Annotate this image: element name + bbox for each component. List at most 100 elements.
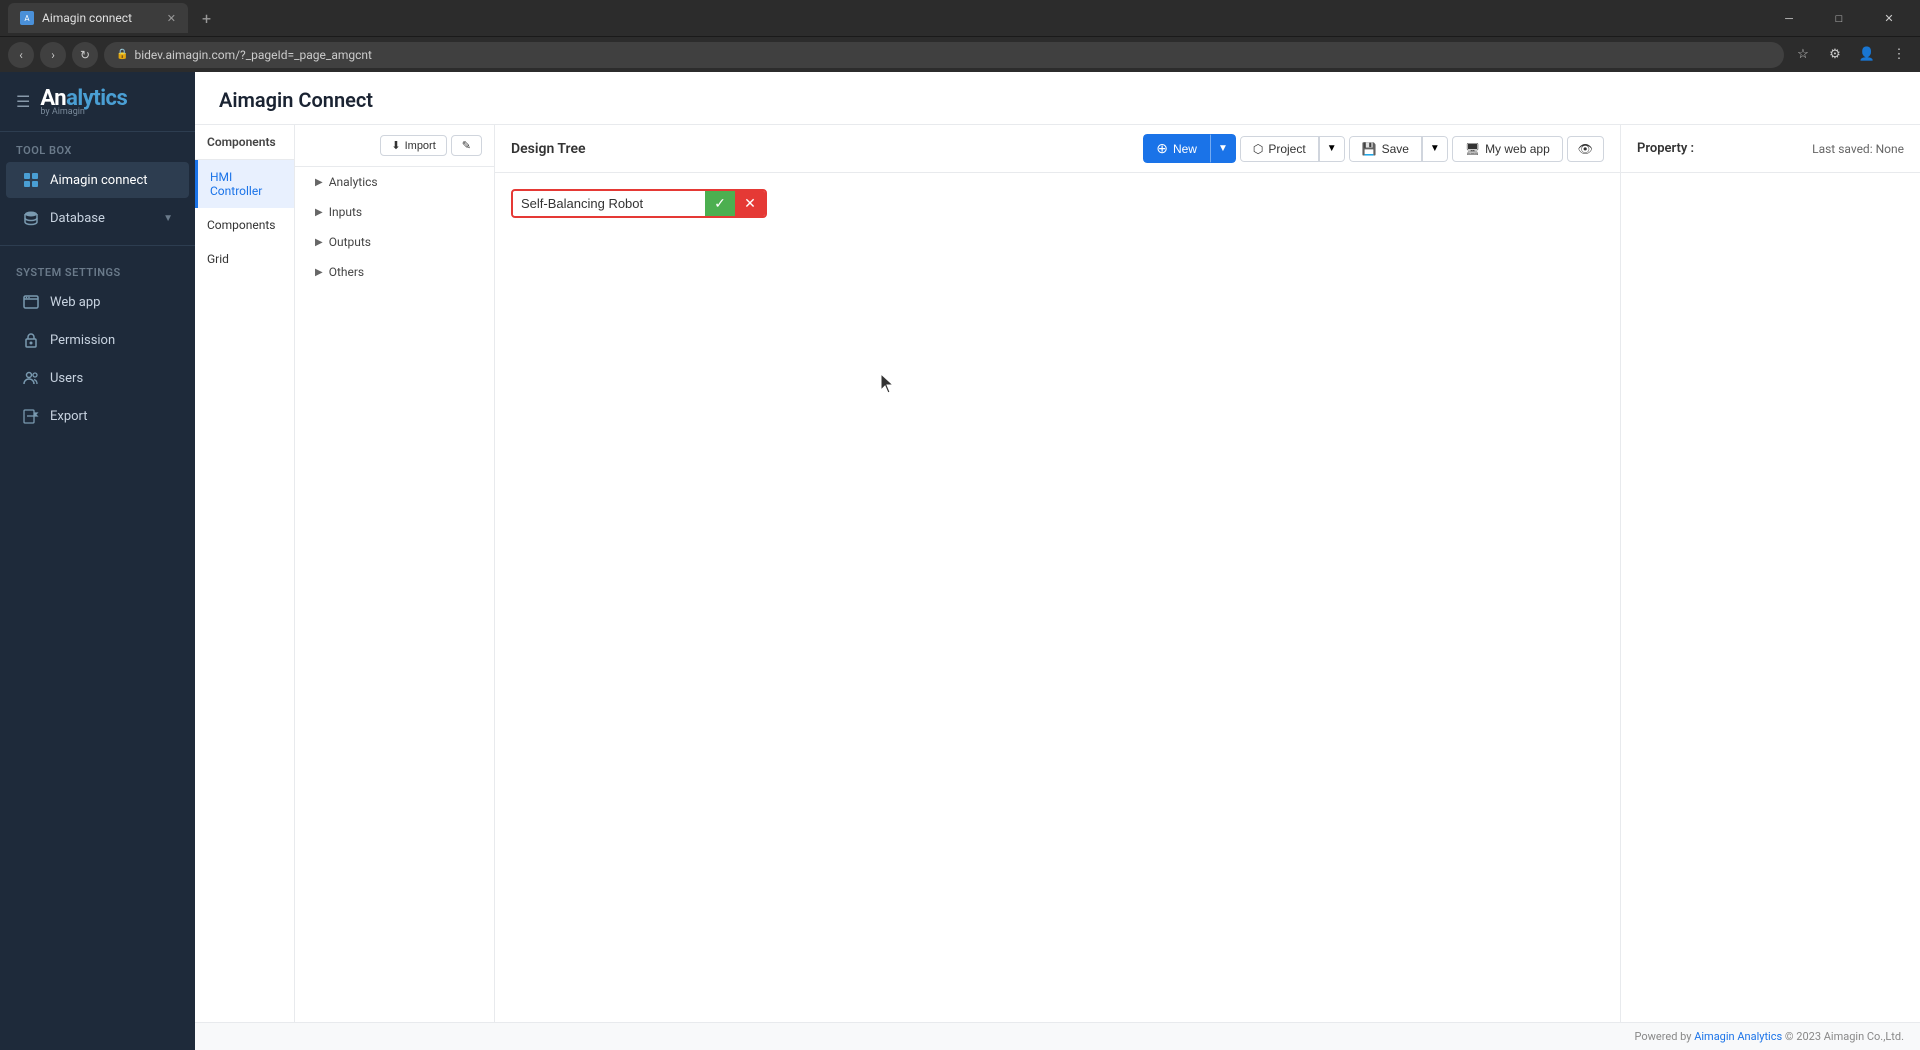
design-canvas: ✓ ✕: [495, 173, 1620, 1022]
sidebar-item-export[interactable]: Export: [6, 398, 189, 434]
new-tab-btn[interactable]: +: [196, 9, 217, 28]
toolbox-section-label: Tool box: [0, 132, 195, 161]
components-panel-header: Components: [195, 125, 294, 160]
browser-tab[interactable]: A Aimagin connect ✕: [8, 3, 188, 33]
minimize-btn[interactable]: ─: [1766, 0, 1812, 36]
web-app-btn-icon: 🖥: [1465, 142, 1480, 156]
tree-panel-header: ⬇ Import ✎: [295, 125, 494, 167]
system-settings-label: System settings: [0, 254, 195, 283]
last-saved-text: Last saved: None: [1812, 142, 1904, 156]
panel-item-grid[interactable]: Grid: [195, 242, 294, 276]
property-panel: Property : Last saved: None: [1620, 125, 1920, 1022]
save-icon: 💾: [1362, 142, 1377, 156]
name-cancel-btn[interactable]: ✕: [735, 191, 765, 216]
design-tree-actions: ⊕ New ▼ ⬡ Project ▼: [1143, 134, 1604, 163]
save-btn[interactable]: 💾 Save: [1349, 136, 1422, 162]
sidebar: ☰ Analytics by Aimagin Tool box: [0, 72, 195, 1050]
cursor-indicator: [880, 373, 896, 399]
sidebar-label-aimagin-connect: Aimagin connect: [50, 173, 148, 188]
menu-btn[interactable]: ⋮: [1886, 42, 1912, 68]
sidebar-label-users: Users: [50, 371, 83, 386]
import-icon: ⬇: [391, 139, 400, 152]
sidebar-label-database: Database: [50, 211, 105, 226]
tab-close-btn[interactable]: ✕: [167, 12, 176, 25]
tab-favicon: A: [20, 11, 34, 25]
project-icon: ⬡: [1253, 142, 1263, 156]
database-chevron: ▼: [163, 213, 173, 224]
property-title: Property :: [1637, 141, 1694, 156]
footer-text: Powered by Aimagin Analytics © 2023 Aima…: [1635, 1030, 1905, 1043]
page-title: Aimagin Connect: [219, 88, 1896, 112]
import-btn[interactable]: ⬇ Import: [380, 135, 446, 156]
maximize-btn[interactable]: □: [1816, 0, 1862, 36]
web-app-icon: [22, 293, 40, 311]
sidebar-item-users[interactable]: Users: [6, 360, 189, 396]
panel-item-hmi-controller[interactable]: HMI Controller: [195, 160, 294, 208]
sidebar-label-export: Export: [50, 409, 88, 424]
name-confirm-btn[interactable]: ✓: [705, 191, 735, 216]
others-arrow: ▶: [315, 267, 323, 278]
window-controls: ─ □ ✕: [1766, 0, 1912, 36]
bookmark-btn[interactable]: ☆: [1790, 42, 1816, 68]
design-tree-area: Design Tree ⊕ New ▼: [495, 125, 1620, 1022]
project-btn-group: ⬡ Project ▼: [1240, 136, 1345, 162]
preview-btn[interactable]: 👁: [1567, 136, 1604, 162]
new-btn[interactable]: ⊕ New: [1143, 134, 1210, 163]
sidebar-item-permission[interactable]: Permission: [6, 322, 189, 358]
sidebar-header: ☰ Analytics by Aimagin: [0, 72, 195, 132]
database-icon: [22, 209, 40, 227]
inputs-arrow: ▶: [315, 207, 323, 218]
save-btn-group: 💾 Save ▼: [1349, 136, 1448, 162]
url-text: bidev.aimagin.com/?_pageId=_page_amgcnt: [134, 48, 372, 62]
new-plus-icon: ⊕: [1156, 140, 1168, 157]
forward-btn[interactable]: ›: [40, 42, 66, 68]
analytics-arrow: ▶: [315, 177, 323, 188]
sidebar-item-aimagin-connect[interactable]: Aimagin connect: [6, 162, 189, 198]
tree-item-others[interactable]: ▶ Others: [295, 257, 494, 287]
tree-panel: ⬇ Import ✎ ▶ Analytics ▶ Inputs: [295, 125, 495, 1022]
tree-item-inputs[interactable]: ▶ Inputs: [295, 197, 494, 227]
design-tree-title: Design Tree: [511, 141, 586, 157]
design-tree-header: Design Tree ⊕ New ▼: [495, 125, 1620, 173]
edit-btn[interactable]: ✎: [451, 135, 482, 156]
browser-chrome: A Aimagin connect ✕ + ─ □ ✕: [0, 0, 1920, 36]
new-dropdown-btn[interactable]: ▼: [1210, 134, 1236, 163]
hamburger-icon[interactable]: ☰: [16, 92, 30, 111]
lock-icon: 🔒: [116, 49, 128, 60]
brand-logo: Analytics by Aimagin: [40, 86, 127, 117]
tree-item-analytics[interactable]: ▶ Analytics: [295, 167, 494, 197]
profile-btn[interactable]: 👤: [1854, 42, 1880, 68]
url-bar[interactable]: 🔒 bidev.aimagin.com/?_pageId=_page_amgcn…: [104, 42, 1784, 68]
connect-icon: [22, 171, 40, 189]
eye-icon: 👁: [1578, 142, 1593, 156]
sidebar-item-database[interactable]: Database ▼: [6, 200, 189, 236]
name-input-container: ✓ ✕: [511, 189, 767, 218]
extensions-btn[interactable]: ⚙: [1822, 42, 1848, 68]
footer: Powered by Aimagin Analytics © 2023 Aima…: [195, 1022, 1920, 1050]
outputs-arrow: ▶: [315, 237, 323, 248]
close-btn[interactable]: ✕: [1866, 0, 1912, 36]
footer-company-link[interactable]: Aimagin Analytics: [1694, 1030, 1782, 1043]
name-input-field[interactable]: [513, 192, 705, 215]
project-btn[interactable]: ⬡ Project: [1240, 136, 1319, 162]
sidebar-item-web-app[interactable]: Web app: [6, 284, 189, 320]
components-panel: Components HMI Controller Components Gri…: [195, 125, 295, 1022]
designer-area: Components HMI Controller Components Gri…: [195, 125, 1920, 1022]
new-btn-group: ⊕ New ▼: [1143, 134, 1236, 163]
sidebar-label-permission: Permission: [50, 333, 115, 348]
page-header: Aimagin Connect: [195, 72, 1920, 125]
tree-panel-actions: ⬇ Import ✎: [380, 135, 482, 156]
tree-item-outputs[interactable]: ▶ Outputs: [295, 227, 494, 257]
back-btn[interactable]: ‹: [8, 42, 34, 68]
sidebar-label-web-app: Web app: [50, 295, 100, 310]
property-header: Property : Last saved: None: [1621, 125, 1920, 173]
sidebar-divider: [0, 245, 195, 246]
project-dropdown-btn[interactable]: ▼: [1319, 136, 1345, 162]
panel-item-components[interactable]: Components: [195, 208, 294, 242]
my-web-app-btn[interactable]: 🖥 My web app: [1452, 136, 1563, 162]
permission-icon: [22, 331, 40, 349]
export-icon: [22, 407, 40, 425]
refresh-btn[interactable]: ↻: [72, 42, 98, 68]
save-dropdown-btn[interactable]: ▼: [1422, 136, 1448, 162]
edit-icon: ✎: [462, 139, 471, 152]
